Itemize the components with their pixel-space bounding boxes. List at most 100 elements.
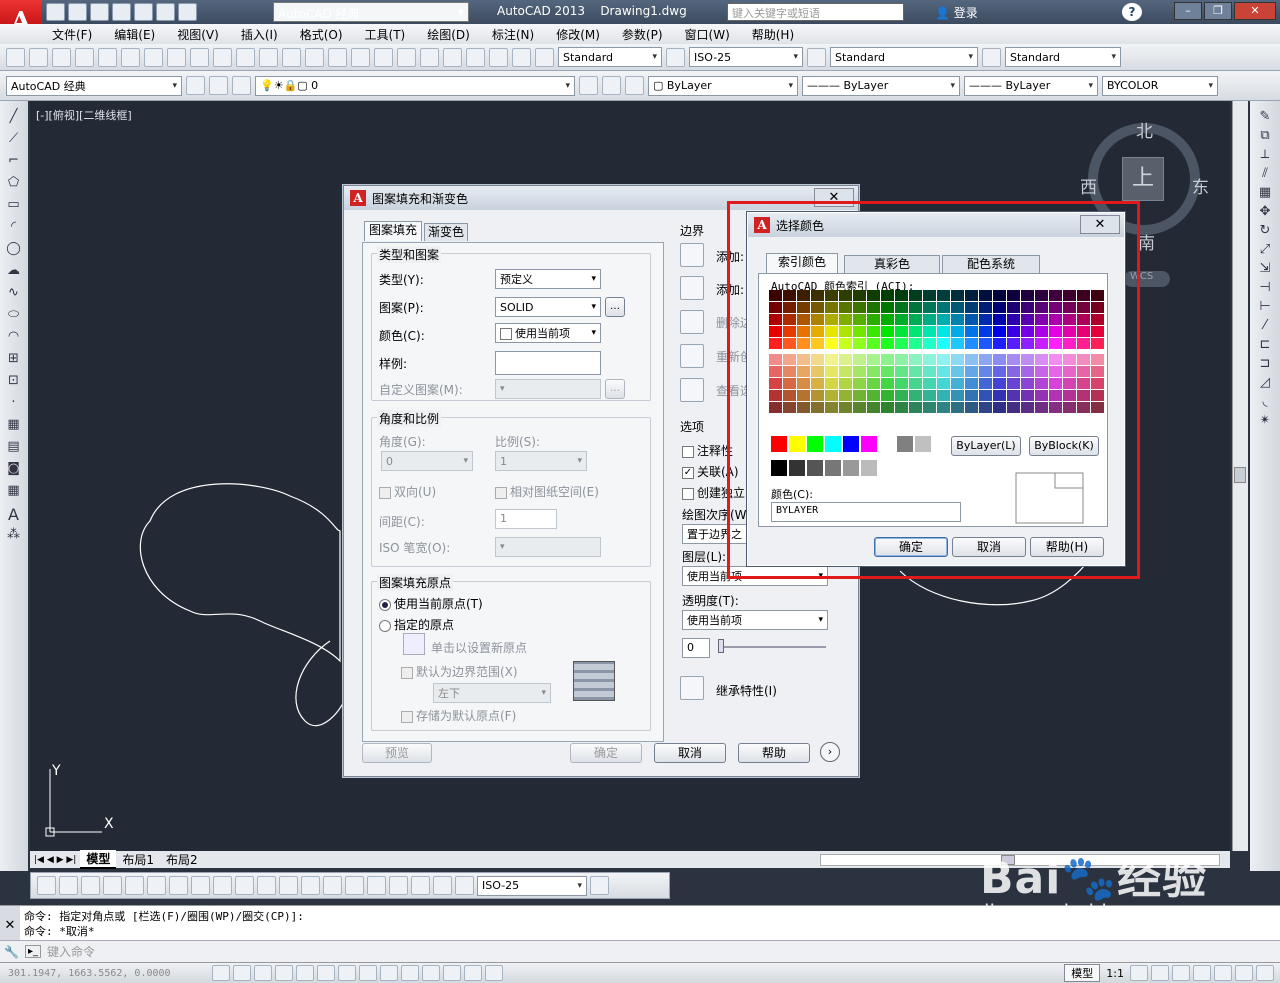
aci-swatch[interactable] xyxy=(881,354,894,365)
undo-icon[interactable] xyxy=(236,47,255,67)
standard-color-swatch[interactable] xyxy=(789,436,805,452)
aci-swatch[interactable] xyxy=(867,290,880,301)
aci-swatch[interactable] xyxy=(965,326,978,337)
aci-swatch[interactable] xyxy=(965,378,978,389)
aci-swatch[interactable] xyxy=(825,390,838,401)
make-current-icon[interactable] xyxy=(579,76,598,95)
specified-origin-radio[interactable]: 指定的原点 xyxy=(379,616,454,633)
jogged-icon[interactable] xyxy=(147,876,166,895)
aci-swatch[interactable] xyxy=(811,378,824,389)
add-pick-points-icon[interactable] xyxy=(680,243,704,267)
baseline-icon[interactable] xyxy=(235,876,254,895)
custom-browse-button[interactable]: … xyxy=(605,379,625,399)
create-separate-checkbox[interactable]: 创建独立 xyxy=(682,484,745,501)
scroll-thumb[interactable] xyxy=(1234,467,1246,483)
aci-swatch[interactable] xyxy=(1021,390,1034,401)
aci-swatch[interactable] xyxy=(951,378,964,389)
aci-swatch[interactable] xyxy=(1091,314,1104,325)
aci-swatch[interactable] xyxy=(881,290,894,301)
aci-swatch[interactable] xyxy=(937,314,950,325)
aci-swatch[interactable] xyxy=(951,366,964,377)
vertical-scrollbar[interactable] xyxy=(1232,101,1248,851)
rectangle-icon[interactable]: ▭ xyxy=(4,197,23,216)
qp-icon[interactable] xyxy=(464,965,482,981)
aci-swatch[interactable] xyxy=(811,402,824,413)
aci-swatch[interactable] xyxy=(881,302,894,313)
aci-swatch[interactable] xyxy=(769,354,782,365)
aci-swatch[interactable] xyxy=(1007,302,1020,313)
aci-swatch[interactable] xyxy=(965,390,978,401)
aci-swatch[interactable] xyxy=(1091,366,1104,377)
aci-swatch[interactable] xyxy=(895,338,908,349)
zoom-window-icon[interactable] xyxy=(328,47,347,67)
clean-screen-icon[interactable] xyxy=(1256,965,1274,981)
aci-swatch[interactable] xyxy=(797,354,810,365)
cancel-button[interactable]: 取消 xyxy=(654,743,726,763)
menu-item-5[interactable]: 工具(T) xyxy=(365,26,406,43)
scale-icon[interactable]: ⤢ xyxy=(1255,242,1275,257)
aci-grid-light[interactable] xyxy=(769,354,1104,414)
aci-swatch[interactable] xyxy=(1049,326,1062,337)
aci-swatch[interactable] xyxy=(797,338,810,349)
offset-icon[interactable]: ⫽ xyxy=(1255,166,1275,181)
transparency-slider-thumb[interactable] xyxy=(718,639,724,653)
aci-swatch[interactable] xyxy=(993,302,1006,313)
aci-swatch[interactable] xyxy=(951,302,964,313)
associative-checkbox[interactable]: ✓ 关联(A) xyxy=(682,463,739,480)
publish-icon[interactable] xyxy=(121,47,140,67)
aci-swatch[interactable] xyxy=(867,366,880,377)
transparency-slider[interactable] xyxy=(718,646,826,648)
menu-item-7[interactable]: 标注(N) xyxy=(492,26,534,43)
preview-button[interactable]: 预览 xyxy=(362,743,432,763)
standard-color-swatch[interactable] xyxy=(843,436,859,452)
remove-boundaries-icon[interactable] xyxy=(680,310,704,334)
insert-block-icon[interactable]: ⊞ xyxy=(4,351,23,370)
3dosnap-icon[interactable] xyxy=(338,965,356,981)
close-icon[interactable]: ✕ xyxy=(814,188,854,207)
copy-object-icon[interactable]: ⧉ xyxy=(1255,128,1275,143)
sheetset-icon[interactable] xyxy=(443,47,462,67)
gray-color-swatch[interactable] xyxy=(789,460,805,476)
annotative-checkbox[interactable]: 注释性 xyxy=(682,442,733,459)
aci-swatch[interactable] xyxy=(1077,390,1090,401)
add-select-objects-icon[interactable] xyxy=(680,276,704,300)
aci-swatch[interactable] xyxy=(1021,314,1034,325)
construction-line-icon[interactable]: ⟋ xyxy=(4,131,23,150)
store-default-checkbox[interactable]: 存储为默认原点(F) xyxy=(401,707,516,724)
move-icon[interactable]: ✥ xyxy=(1255,204,1275,219)
layer-combo[interactable]: 💡☀🔒▢ 0 xyxy=(255,75,575,96)
rotate-icon[interactable]: ↻ xyxy=(1255,223,1275,238)
gray-color-swatch[interactable] xyxy=(861,460,877,476)
aci-swatch[interactable] xyxy=(853,302,866,313)
aci-swatch[interactable] xyxy=(923,390,936,401)
aci-swatch[interactable] xyxy=(937,290,950,301)
aci-swatch[interactable] xyxy=(923,378,936,389)
aci-swatch[interactable] xyxy=(853,354,866,365)
new-icon[interactable] xyxy=(6,47,25,67)
tab-layout1[interactable]: 布局1 xyxy=(116,851,160,868)
mleader-style-combo[interactable]: Standard xyxy=(1005,47,1121,67)
aci-swatch[interactable] xyxy=(951,338,964,349)
tab-model[interactable]: 模型 xyxy=(80,850,117,869)
aci-swatch[interactable] xyxy=(937,366,950,377)
aci-swatch[interactable] xyxy=(783,326,796,337)
layer-state-icon[interactable] xyxy=(625,76,644,95)
fillet-icon[interactable]: ◟ xyxy=(1255,394,1275,409)
menu-item-10[interactable]: 窗口(W) xyxy=(685,26,730,43)
angular-dim-icon[interactable] xyxy=(191,876,210,895)
aci-swatch[interactable] xyxy=(993,390,1006,401)
help-icon[interactable]: ? xyxy=(1122,3,1142,21)
line-icon[interactable]: ╱ xyxy=(4,109,23,128)
lineweight-combo[interactable]: ——— ByLayer xyxy=(964,75,1098,96)
gray-color-swatch[interactable] xyxy=(771,460,787,476)
aci-swatch[interactable] xyxy=(895,366,908,377)
aci-swatch[interactable] xyxy=(839,326,852,337)
aci-swatch[interactable] xyxy=(811,354,824,365)
aci-swatch[interactable] xyxy=(923,354,936,365)
aci-swatch[interactable] xyxy=(783,366,796,377)
print-icon[interactable] xyxy=(75,47,94,67)
tab-color-books[interactable]: 配色系统 xyxy=(942,255,1040,273)
gradient-icon[interactable]: ▤ xyxy=(4,439,23,458)
break-point-icon[interactable]: ⁄ xyxy=(1255,318,1275,333)
model-space-button[interactable]: 模型 xyxy=(1064,964,1101,982)
